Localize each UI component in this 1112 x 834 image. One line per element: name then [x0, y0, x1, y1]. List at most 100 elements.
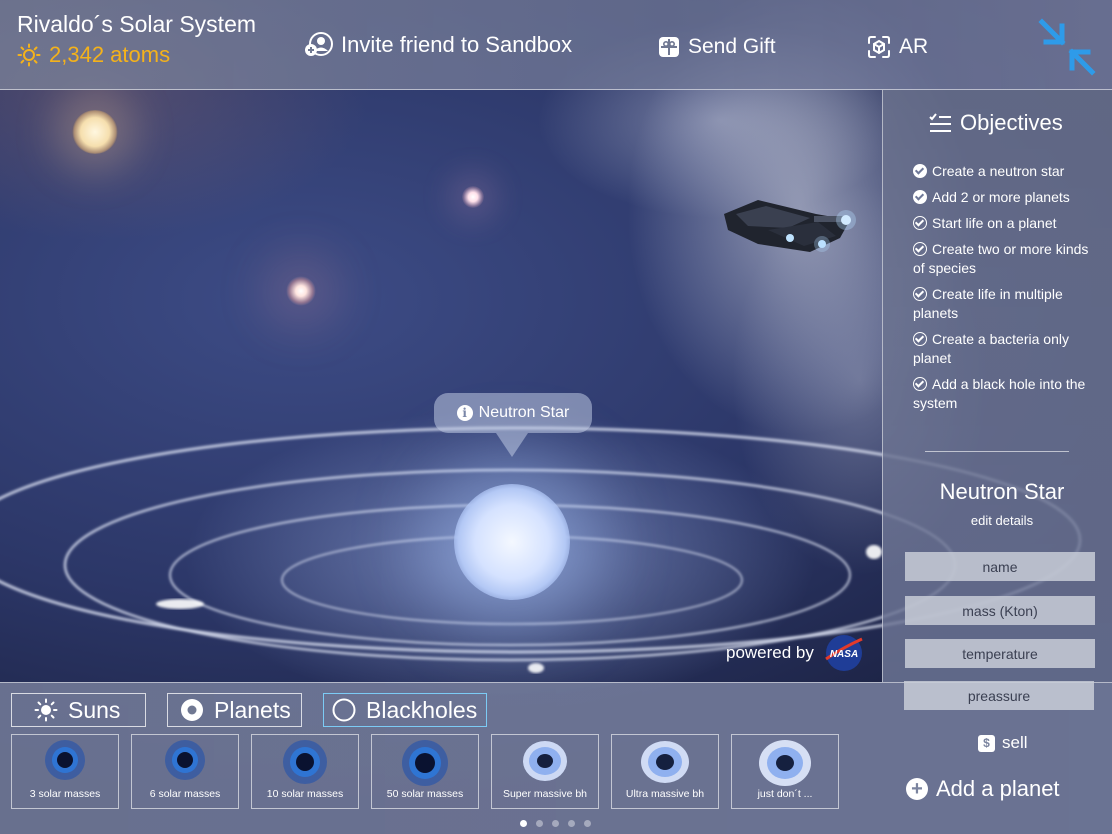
check-outline-icon — [913, 332, 927, 346]
objective-item: Create a neutron star — [913, 162, 1093, 181]
name-field[interactable]: name — [905, 552, 1095, 581]
sell-label: sell — [1002, 733, 1028, 752]
invite-friend-button[interactable]: Invite friend to Sandbox — [305, 32, 572, 58]
check-outline-icon — [913, 242, 927, 256]
top-bar: Rivaldo´s Solar System 2,342 atoms Invit… — [0, 0, 1112, 90]
invite-label: Invite friend to Sandbox — [341, 32, 573, 57]
blackhole-item-card[interactable]: 6 solar masses — [131, 734, 239, 809]
check-filled-icon — [913, 190, 927, 204]
add-user-icon — [305, 32, 333, 56]
objective-label: Start life on a planet — [932, 215, 1057, 231]
item-label: 50 solar masses — [386, 788, 464, 800]
blackhole-item-card[interactable]: Super massive bh — [491, 734, 599, 809]
system-title: Rivaldo´s Solar System — [17, 11, 257, 37]
atoms-count: 2,342 atoms — [49, 42, 171, 67]
nasa-logo[interactable]: NASA — [824, 633, 864, 673]
mass-field[interactable]: mass (Kton) — [905, 596, 1095, 625]
tab-planets-label: Planets — [214, 696, 291, 723]
divider — [925, 451, 1069, 452]
info-icon: i — [456, 405, 473, 421]
blackhole-item-card[interactable]: 50 solar masses — [371, 734, 479, 809]
blackhole-item-card[interactable]: just don´t ... — [731, 734, 839, 809]
gift-icon — [659, 37, 679, 57]
blackhole-icon — [165, 740, 205, 780]
tab-suns-label: Suns — [68, 696, 121, 723]
page-dot[interactable] — [584, 820, 591, 827]
collapse-icon[interactable] — [1038, 18, 1096, 76]
blackhole-icon — [641, 741, 689, 783]
check-outline-icon — [913, 216, 927, 230]
powered-by: powered by NASA — [726, 633, 864, 673]
objective-item: Add a black hole into the system — [913, 375, 1093, 413]
atoms-balance: 2,342 atoms — [17, 42, 170, 68]
objective-item: Create two or more kinds of species — [913, 240, 1093, 278]
ar-cube-icon — [868, 36, 890, 58]
objectives-title: Objectives — [960, 110, 1063, 135]
edit-details-label[interactable]: edit details — [883, 513, 1112, 528]
dollar-icon: $ — [978, 734, 995, 752]
neutron-star[interactable] — [454, 484, 570, 600]
checklist-icon — [929, 113, 951, 132]
page-indicator[interactable] — [520, 820, 591, 827]
plus-icon: + — [906, 778, 928, 800]
tab-blackholes[interactable]: Blackholes — [323, 693, 487, 727]
sun-icon — [17, 43, 41, 67]
selected-object-title: Neutron Star — [939, 479, 1065, 504]
objective-item: Add 2 or more planets — [913, 188, 1093, 207]
distant-star[interactable] — [462, 186, 484, 208]
item-label: Ultra massive bh — [625, 788, 705, 800]
sell-button[interactable]: $ sell — [978, 733, 1028, 753]
temperature-field[interactable]: temperature — [905, 639, 1095, 668]
page-dot[interactable] — [552, 820, 559, 827]
tooltip-label: Neutron Star — [478, 404, 570, 421]
objective-label: Create life in multiple planets — [913, 286, 1063, 321]
nasa-logo-text: NASA — [830, 649, 858, 660]
objective-label: Add 2 or more planets — [932, 189, 1070, 205]
page-dot[interactable] — [536, 820, 543, 827]
objective-item: Create a bacteria only planet — [913, 330, 1093, 368]
objective-label: Add a black hole into the system — [913, 376, 1086, 411]
objective-label: Create a bacteria only planet — [913, 331, 1069, 366]
planet-icon — [181, 699, 203, 721]
distant-star[interactable] — [286, 276, 316, 306]
neutron-star-tooltip[interactable]: i Neutron Star — [434, 393, 592, 457]
blackhole-icon — [402, 740, 448, 786]
objective-item: Create life in multiple planets — [913, 285, 1093, 323]
add-planet-label: Add a planet — [936, 776, 1060, 801]
blackhole-icon — [332, 698, 356, 722]
blackhole-item-card[interactable]: 10 solar masses — [251, 734, 359, 809]
objective-item: Start life on a planet — [913, 214, 1093, 233]
ar-label: AR — [899, 35, 929, 58]
objective-label: Create a neutron star — [932, 163, 1065, 179]
tab-blackholes-label: Blackholes — [366, 696, 478, 723]
item-label: 3 solar masses — [29, 788, 101, 800]
ar-button[interactable]: AR — [867, 35, 928, 59]
sun-glow[interactable] — [72, 110, 118, 154]
page-dot[interactable] — [568, 820, 575, 827]
tab-suns[interactable]: Suns — [11, 693, 146, 727]
blackhole-item-card[interactable]: Ultra massive bh — [611, 734, 719, 809]
check-outline-icon — [913, 287, 927, 301]
blackhole-item-card[interactable]: 3 solar masses — [11, 734, 119, 809]
powered-by-text: powered by — [726, 643, 814, 662]
send-gift-button[interactable]: Send Gift — [658, 35, 776, 59]
check-filled-icon — [913, 164, 927, 178]
spaceship-image — [724, 200, 856, 252]
item-label: 10 solar masses — [266, 788, 344, 800]
tab-planets[interactable]: Planets — [167, 693, 302, 727]
objective-label: Create two or more kinds of species — [913, 241, 1089, 276]
gift-label: Send Gift — [688, 35, 776, 58]
item-label: just don´t ... — [757, 788, 813, 800]
bottom-bar: Suns Planets Blackholes 3 solar masses 6… — [0, 681, 1112, 834]
item-label: Super massive bh — [502, 788, 588, 800]
page-dot[interactable] — [520, 820, 527, 827]
objectives-list: Create a neutron star Add 2 or more plan… — [913, 162, 1093, 420]
check-outline-icon — [913, 377, 927, 391]
blackhole-icon — [283, 740, 327, 784]
blackhole-icon — [45, 740, 85, 780]
add-planet-button[interactable]: + Add a planet — [906, 776, 1060, 802]
pressure-field[interactable]: preassure — [904, 681, 1094, 710]
sun-icon — [34, 698, 58, 722]
item-label: 6 solar masses — [149, 788, 221, 800]
objectives-header: Objectives — [928, 110, 1063, 136]
